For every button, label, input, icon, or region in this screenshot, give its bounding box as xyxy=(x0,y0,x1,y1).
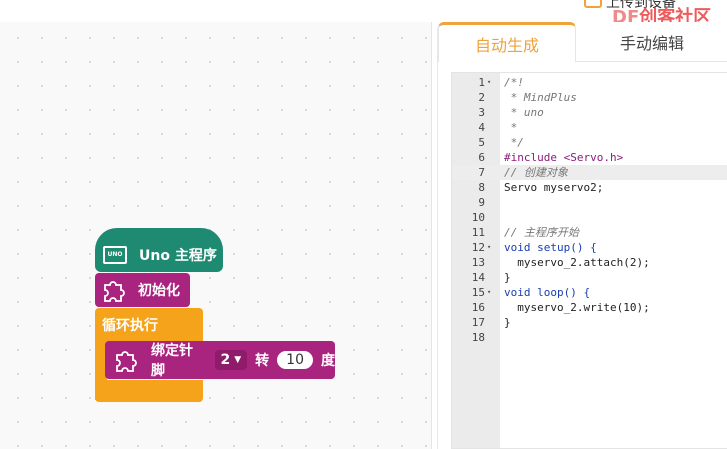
code-line[interactable]: 12 ▾ void setup() { xyxy=(452,240,727,255)
code-tabs: 自动生成 手动编辑 xyxy=(438,22,727,62)
code-line[interactable]: 6 #include <Servo.h> xyxy=(452,150,727,165)
code-editor[interactable]: 1 ▾/*! 2 * MindPlus 3 * uno 4 * 5 */6 #include… xyxy=(451,72,727,449)
tab-manual-edit[interactable]: 手动编辑 xyxy=(576,22,727,62)
line-number: 16 xyxy=(471,301,485,314)
code-line[interactable]: 10 xyxy=(452,210,727,225)
code-line[interactable]: 14} xyxy=(452,270,727,285)
code-text: * xyxy=(504,121,518,134)
line-number: 6 xyxy=(478,151,485,164)
loop-label: 循环执行 xyxy=(102,318,158,334)
code-panel: 自动生成 手动编辑 1 ▾/*! 2 * MindPlus 3 * uno 4 * 5 *… xyxy=(437,22,727,449)
top-bar: 上传到设备 DF创客社区 xyxy=(0,0,727,28)
tab-auto-generate[interactable]: 自动生成 xyxy=(438,22,576,62)
line-number: 11 xyxy=(471,226,485,239)
line-number: 8 xyxy=(478,181,485,194)
code-text: // 创建对象 xyxy=(504,166,568,179)
code-line[interactable]: 9 xyxy=(452,195,727,210)
fold-toggle-icon[interactable]: ▾ xyxy=(487,285,491,300)
code-line[interactable]: 18 xyxy=(452,330,727,345)
line-number: 14 xyxy=(471,271,485,284)
puzzle-icon xyxy=(104,281,125,302)
code-line[interactable]: 1 ▾ /*! xyxy=(452,75,727,90)
loop-block[interactable]: 循环执行 xyxy=(95,308,203,342)
code-line[interactable]: 17} xyxy=(452,315,727,330)
code-text: } xyxy=(504,271,511,284)
servo-rotate-block[interactable]: 绑定针脚 2 ▼ 转 10 度 xyxy=(105,341,335,379)
line-number: 15 xyxy=(471,286,485,299)
line-number: 13 xyxy=(471,256,485,269)
init-label: 初始化 xyxy=(138,283,180,299)
angle-input[interactable]: 10 xyxy=(277,351,313,369)
code-line[interactable]: 13 myservo_2.attach(2); xyxy=(452,255,727,270)
uno-main-program-block[interactable]: UNO Uno 主程序 xyxy=(95,228,223,272)
loop-block-bottom xyxy=(95,380,203,402)
turn-label: 转 xyxy=(255,353,270,369)
main-program-label: Uno 主程序 xyxy=(139,248,217,264)
code-text: */ xyxy=(504,136,524,149)
line-number: 1 xyxy=(478,76,485,89)
uno-board-icon: UNO xyxy=(103,246,127,264)
puzzle-icon xyxy=(116,351,137,372)
code-text: /*! xyxy=(504,76,524,89)
line-number: 3 xyxy=(478,106,485,119)
code-text: myservo_2.attach(2); xyxy=(504,256,650,269)
servo-bind-label: 绑定针脚 xyxy=(151,343,193,379)
code-line[interactable]: 5 */ xyxy=(452,135,727,150)
code-text: void loop() { xyxy=(504,286,591,299)
degree-label: 度 xyxy=(321,353,335,369)
code-text: } xyxy=(504,316,511,329)
code-text: // 主程序开始 xyxy=(504,226,579,239)
pin-dropdown[interactable]: 2 ▼ xyxy=(214,350,248,370)
line-number: 17 xyxy=(471,316,485,329)
line-number: 7 xyxy=(478,166,485,179)
chevron-down-icon: ▼ xyxy=(234,355,242,365)
line-number: 5 xyxy=(478,136,485,149)
upload-icon xyxy=(584,0,602,8)
code-text: * MindPlus xyxy=(504,91,577,104)
init-block[interactable]: 初始化 xyxy=(95,273,190,307)
code-text: #include <Servo.h> xyxy=(504,151,624,164)
code-line[interactable]: 15 ▾ void loop() { xyxy=(452,285,727,300)
line-number: 2 xyxy=(478,91,485,104)
code-line[interactable]: 7 // 创建对象 xyxy=(452,165,727,180)
line-number: 4 xyxy=(478,121,485,134)
pin-value: 2 xyxy=(220,352,231,368)
code-line[interactable]: 2 * MindPlus xyxy=(452,90,727,105)
line-number: 9 xyxy=(478,196,485,209)
code-line[interactable]: 4 * xyxy=(452,120,727,135)
code-line[interactable]: 16 myservo_2.write(10); xyxy=(452,300,727,315)
line-number: 10 xyxy=(471,211,485,224)
code-text: * uno xyxy=(504,106,544,119)
code-text: Servo myservo2; xyxy=(504,181,604,194)
code-text: void setup() { xyxy=(504,241,597,254)
line-number: 18 xyxy=(471,331,485,344)
code-line[interactable]: 11 // 主程序开始 xyxy=(452,225,727,240)
code-text: myservo_2.write(10); xyxy=(504,301,650,314)
code-line[interactable]: 3 * uno xyxy=(452,105,727,120)
code-line[interactable]: 8 Servo myservo2; xyxy=(452,180,727,195)
line-number: 12 xyxy=(471,241,485,254)
fold-toggle-icon[interactable]: ▾ xyxy=(487,240,491,255)
fold-toggle-icon[interactable]: ▾ xyxy=(487,75,491,90)
